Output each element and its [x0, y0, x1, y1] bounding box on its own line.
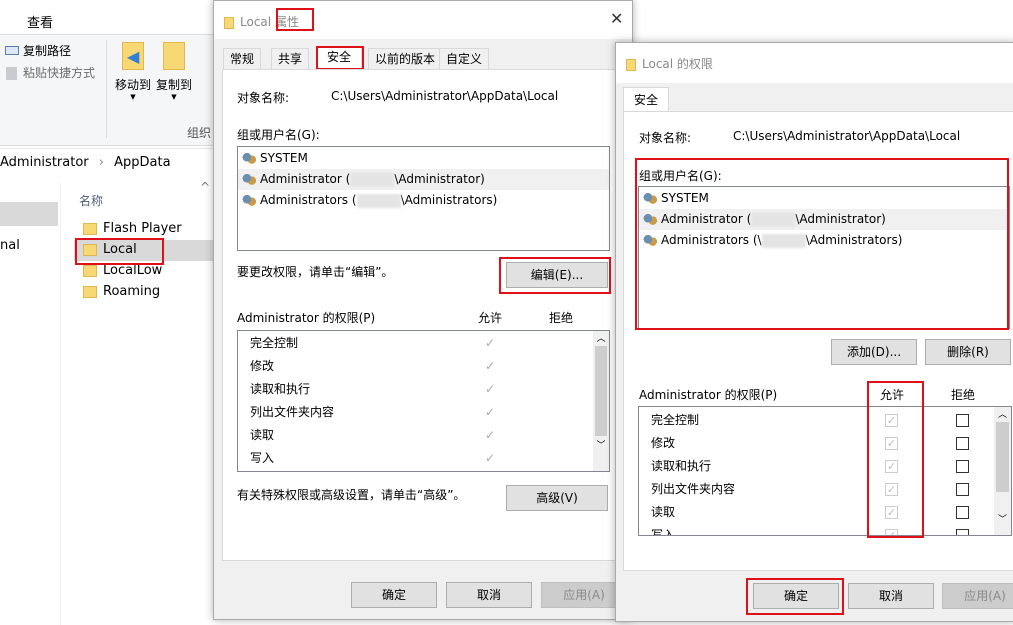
- highlight-user-list: [635, 158, 1009, 330]
- permissions-list[interactable]: 完全控制 修改 读取和执行 列出文件夹内容 读取 写入 ✓ ✓ ✓ ✓ ✓ ✓ …: [237, 330, 610, 472]
- move-to-icon: ◀: [122, 42, 144, 70]
- edit-hint: 要更改权限，请单击“编辑”。: [237, 265, 394, 279]
- perm-row: 修改: [651, 436, 676, 450]
- file-item[interactable]: LocalLow: [83, 263, 162, 278]
- cancel-button[interactable]: 取消: [848, 583, 934, 609]
- copy-path-button[interactable]: 复制路径: [5, 42, 71, 59]
- highlight-title: [276, 8, 314, 31]
- deny-checkbox[interactable]: [956, 529, 969, 535]
- advanced-hint: 有关特殊权限或高级设置，请单击“高级”。: [237, 488, 466, 502]
- paste-shortcut-icon: [6, 67, 17, 80]
- highlight-security-tab: [316, 46, 364, 70]
- user-row[interactable]: SYSTEM: [238, 148, 609, 169]
- perm-row: 读取: [250, 428, 275, 442]
- folder-icon: [83, 222, 97, 235]
- apply-button: 应用(A): [942, 583, 1013, 609]
- check-icon: ✓: [485, 382, 496, 396]
- highlight-ok: [746, 578, 844, 615]
- paste-shortcut-button[interactable]: 粘贴快捷方式: [6, 64, 95, 81]
- advanced-button[interactable]: 高级(V): [506, 485, 608, 511]
- copy-path-icon: [5, 46, 19, 55]
- scrollbar[interactable]: ︿ ﹀: [593, 331, 609, 471]
- tab-previous-versions[interactable]: 以前的版本: [368, 48, 443, 70]
- folder-icon: [83, 285, 97, 298]
- breadcrumb[interactable]: Administrator › AppData: [0, 155, 171, 170]
- highlight-allow-column: [867, 381, 924, 538]
- deny-checkbox[interactable]: [956, 414, 969, 427]
- perm-row: 完全控制: [250, 336, 299, 350]
- folder-icon: [224, 16, 234, 29]
- folder-icon: [83, 264, 97, 277]
- permissions-list[interactable]: 完全控制 修改 读取和执行 列出文件夹内容 读取 写入 ✓ ✓ ✓ ✓ ✓ ✓ …: [638, 406, 1012, 536]
- deny-header: 拒绝: [951, 388, 976, 402]
- perm-row: 读取和执行: [651, 459, 712, 473]
- redacted: [350, 172, 395, 187]
- object-name-label: 对象名称:: [639, 131, 692, 145]
- deny-checkbox[interactable]: [956, 506, 969, 519]
- perm-row: 修改: [250, 359, 275, 373]
- user-icon: [242, 173, 256, 186]
- file-item[interactable]: Flash Player: [83, 221, 182, 236]
- check-icon: ✓: [485, 405, 496, 419]
- move-to-button[interactable]: ◀ 移动到 ▼: [112, 42, 154, 101]
- file-item[interactable]: Roaming: [83, 284, 160, 299]
- deny-header: 拒绝: [549, 311, 574, 325]
- ribbon-group-label: 组织: [187, 126, 212, 140]
- cancel-button[interactable]: 取消: [446, 582, 532, 608]
- perm-row: 完全控制: [651, 413, 700, 427]
- breadcrumb-item[interactable]: Administrator: [0, 155, 89, 170]
- scrollbar[interactable]: ︿ ﹀: [994, 407, 1011, 535]
- perm-row: 写入: [250, 451, 275, 465]
- close-icon[interactable]: ✕: [610, 9, 623, 28]
- user-row[interactable]: Administrator (\Administrator): [238, 169, 609, 190]
- perm-row: 列出文件夹内容: [651, 482, 736, 496]
- object-name-value: C:\Users\Administrator\AppData\Local: [733, 129, 961, 143]
- deny-checkbox[interactable]: [956, 437, 969, 450]
- permissions-label: Administrator 的权限(P): [237, 311, 376, 325]
- folder-icon: [626, 58, 636, 71]
- dialog-title: Local 的权限: [626, 55, 713, 72]
- highlight-local: [75, 238, 164, 265]
- add-button[interactable]: 添加(D)...: [831, 339, 917, 365]
- object-name-label: 对象名称:: [237, 91, 290, 105]
- tab-customize[interactable]: 自定义: [439, 48, 490, 70]
- check-icon: ✓: [485, 336, 496, 350]
- remove-button[interactable]: 删除(R): [925, 339, 1011, 365]
- ribbon-tab-view[interactable]: 查看: [27, 12, 53, 31]
- check-icon: ✓: [485, 359, 496, 373]
- tab-security[interactable]: 安全: [623, 87, 670, 112]
- chevron-right-icon: ›: [98, 155, 104, 170]
- ok-button[interactable]: 确定: [351, 582, 437, 608]
- breadcrumb-item[interactable]: AppData: [114, 155, 170, 170]
- tab-general[interactable]: 常规: [223, 48, 262, 70]
- redacted: [356, 193, 401, 208]
- allow-header: 允许: [478, 311, 503, 325]
- permissions-dialog: Local 的权限 安全 对象名称: C:\Users\Administrato…: [615, 42, 1013, 622]
- permissions-label: Administrator 的权限(P): [639, 388, 778, 402]
- perm-row: 读取: [651, 505, 676, 519]
- sort-up-icon: ^: [200, 180, 211, 194]
- group-icon: [242, 194, 256, 207]
- tab-sharing[interactable]: 共享: [271, 48, 310, 70]
- column-header-name[interactable]: 名称: [79, 192, 103, 209]
- highlight-edit: [499, 257, 611, 294]
- copy-to-button[interactable]: 复制到 ▼: [153, 42, 195, 101]
- object-name-value: C:\Users\Administrator\AppData\Local: [331, 89, 559, 103]
- deny-checkbox[interactable]: [956, 483, 969, 496]
- group-icon: [242, 152, 256, 165]
- group-label: 组或用户名(G):: [237, 128, 320, 142]
- deny-checkbox[interactable]: [956, 460, 969, 473]
- nav-pane-selected[interactable]: [0, 202, 58, 226]
- perm-row: 写入: [651, 528, 676, 536]
- user-list[interactable]: SYSTEM Administrator (\Administrator) Ad…: [237, 146, 610, 251]
- properties-dialog: Local 属性 ✕ 常规 共享 安全 以前的版本 自定义 对象名称: C:\U…: [213, 0, 633, 620]
- deny-checkboxes: [956, 414, 969, 535]
- check-icon: ✓: [485, 451, 496, 465]
- copy-to-icon: [163, 42, 185, 70]
- check-icon: ✓: [485, 428, 496, 442]
- user-row[interactable]: Administrators (\Administrators): [238, 190, 609, 211]
- nav-item[interactable]: nal: [0, 238, 20, 253]
- perm-row: 列出文件夹内容: [250, 405, 335, 419]
- perm-row: 读取和执行: [250, 382, 311, 396]
